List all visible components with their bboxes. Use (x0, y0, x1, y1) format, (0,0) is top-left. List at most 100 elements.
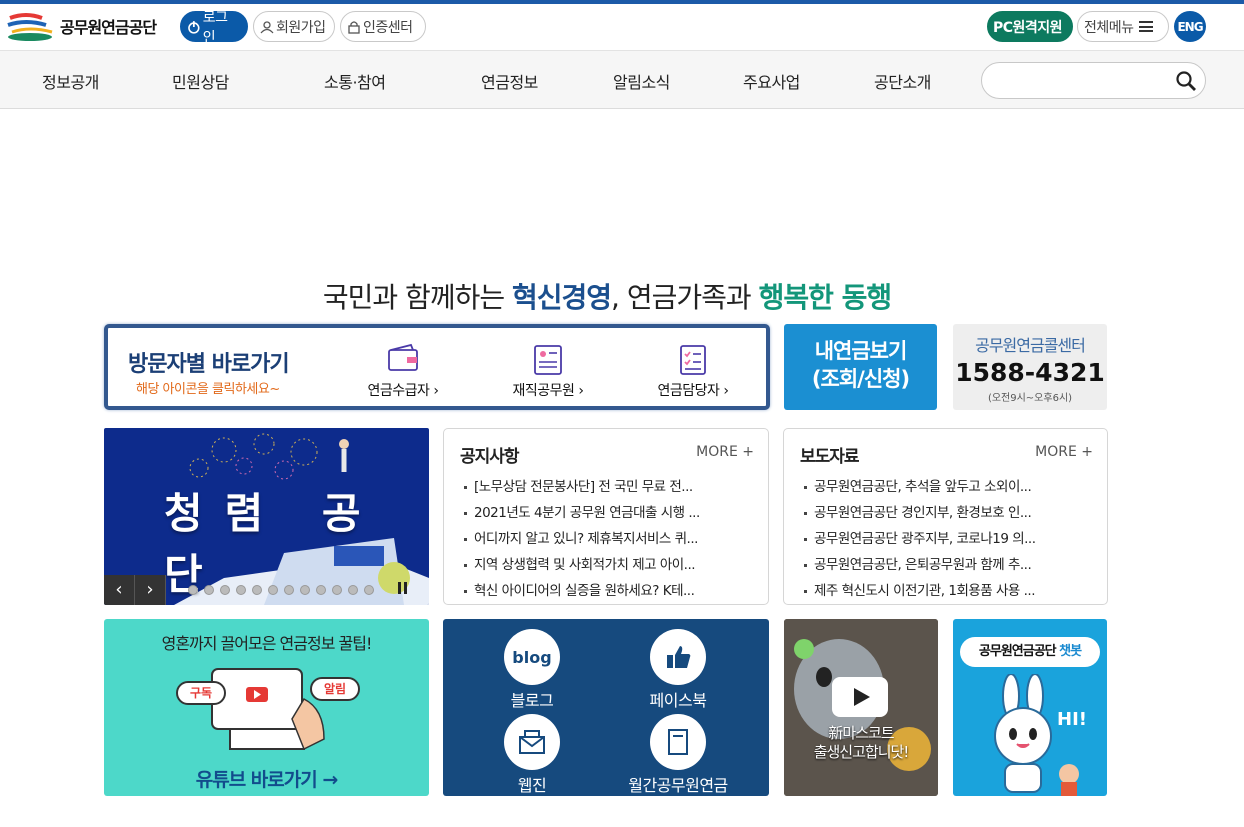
headline-part1: 국민과 함께하는 (322, 281, 512, 314)
nav-item-main-business[interactable]: 주요사업 (743, 69, 800, 93)
facebook-label: 페이스북 (649, 691, 707, 710)
login-button[interactable]: 로그인 (180, 10, 248, 46)
nav-item-news[interactable]: 알림소식 (613, 69, 670, 93)
notice-list: [노무상담 전문봉사단] 전 국민 무료 전... 2021년도 4분기 공무원… (462, 474, 754, 604)
shortcut-civil-servant-label: 재직공무원 › (512, 383, 584, 399)
all-menu-label: 전체메뉴 (1084, 19, 1134, 36)
list-item[interactable]: 공무원연금공단 경인지부, 환경보호 인... (802, 500, 1094, 526)
join-button[interactable]: 회원가입 (253, 11, 335, 42)
search-box (981, 62, 1206, 99)
wallet-icon (388, 343, 418, 371)
main-headline: 국민과 함께하는 혁신경영, 연금가족과 행복한 동행 (0, 276, 1214, 316)
chatbot-title-em: 챗봇 (1059, 644, 1082, 659)
chatbot-title-text: 공무원연금공단 (978, 644, 1060, 659)
blog-icon: blog (504, 629, 560, 685)
play-button[interactable] (832, 677, 888, 717)
cert-label: 인증센터 (363, 19, 413, 36)
list-item[interactable]: 공무원연금공단 광주지부, 코로나19 의... (802, 526, 1094, 552)
visitor-title: 방문자별 바로가기 (128, 352, 290, 377)
list-item[interactable]: 혁신 아이디어의 실증을 원하세요? K테... (462, 578, 754, 604)
mascot-video-tile[interactable]: 新마스코트 출생신고합니닷! (784, 619, 938, 796)
nav-item-civil-consult[interactable]: 민원상담 (172, 69, 229, 93)
mascot-caption: 新마스코트 출생신고합니닷! (784, 724, 938, 762)
mascot-caption-line2: 출생신고합니닷! (813, 743, 910, 761)
press-board: 보도자료 MORE + 공무원연금공단, 추석을 앞두고 소외이... 공무원연… (783, 428, 1108, 605)
banner-dot[interactable] (332, 585, 342, 595)
call-center-title: 공무원연금콜센터 (975, 336, 1086, 355)
facebook-link[interactable]: 페이스북 (623, 629, 733, 711)
banner-dot[interactable] (268, 585, 278, 595)
cert-center-button[interactable]: 인증센터 (340, 11, 426, 42)
blog-label: 블로그 (510, 691, 554, 710)
logo-text: 공무원연금공단 (60, 18, 157, 37)
subscribe-tag: 구독 (176, 681, 226, 705)
logo-icon (7, 13, 53, 41)
list-item[interactable]: 2021년도 4분기 공무원 연금대출 시행 ... (462, 500, 754, 526)
banner-text: 청렴 공단 (164, 489, 383, 599)
promo-banner[interactable]: 청렴 공단 ‹ › (104, 428, 429, 605)
banner-dot[interactable] (284, 585, 294, 595)
my-pension-button[interactable]: 내연금보기 (조회/신청) (784, 324, 937, 410)
banner-dot[interactable] (316, 585, 326, 595)
envelope-icon (504, 714, 560, 770)
press-list: 공무원연금공단, 추석을 앞두고 소외이... 공무원연금공단 경인지부, 환경… (802, 474, 1094, 604)
press-title: 보도자료 (800, 447, 860, 467)
search-icon[interactable] (1175, 70, 1197, 92)
rabbit-chatbot-illustration (994, 674, 1079, 796)
lock-icon (348, 20, 360, 34)
chatbot-title: 공무원연금공단 챗봇 (960, 637, 1100, 667)
notice-board: 공지사항 MORE + [노무상담 전문봉사단] 전 국민 무료 전... 20… (443, 428, 769, 605)
banner-controls: ‹ › (104, 575, 166, 605)
nav-item-participation[interactable]: 소통·참여 (324, 69, 386, 93)
youtube-tile[interactable]: 영혼까지 끌어모은 연금정보 꿀팁! 구독 알림 유튜브 바로가기 → (104, 619, 429, 796)
webzine-link[interactable]: 웹진 (477, 714, 587, 796)
banner-dot[interactable] (364, 585, 374, 595)
blog-link[interactable]: blog 블로그 (477, 629, 587, 711)
banner-next-button[interactable]: › (135, 575, 166, 605)
list-item[interactable]: [노무상담 전문봉사단] 전 국민 무료 전... (462, 474, 754, 500)
alarm-tag: 알림 (310, 677, 360, 701)
notice-more-link[interactable]: MORE + (696, 444, 754, 460)
all-menu-button[interactable]: 전체메뉴 (1077, 11, 1169, 42)
nav-item-about[interactable]: 공단소개 (874, 69, 931, 93)
banner-dot[interactable] (220, 585, 230, 595)
power-icon (188, 20, 200, 34)
login-label: 로그인 (202, 9, 228, 46)
checklist-icon (680, 345, 706, 375)
pause-icon[interactable] (398, 582, 407, 594)
chatbot-tile[interactable]: 공무원연금공단 챗봇 HI! (953, 619, 1107, 796)
pc-remote-support-button[interactable]: PC원격지원 (987, 11, 1073, 42)
list-item[interactable]: 지역 상생협력 및 사회적가치 제고 아이... (462, 552, 754, 578)
youtube-link[interactable]: 유튜브 바로가기 → (104, 765, 429, 792)
visitor-subtitle: 해당 아이콘을 클릭하세요~ (136, 382, 280, 397)
nav-item-info-disclosure[interactable]: 정보공개 (42, 69, 99, 93)
book-icon (650, 714, 706, 770)
nav-item-pension-info[interactable]: 연금정보 (481, 69, 538, 93)
banner-dot[interactable] (348, 585, 358, 595)
banner-dot[interactable] (252, 585, 262, 595)
page: 공무원연금공단 로그인 회원가입 인증센터 PC원격지원 전체메뉴 ENG 정보… (0, 0, 1244, 827)
shortcut-pensioner[interactable]: 연금수급자 › (348, 342, 458, 400)
shortcut-civil-servant[interactable]: 재직공무원 › (493, 342, 603, 400)
list-item[interactable]: 제주 혁신도시 이전기관, 1회용품 사용 ... (802, 578, 1094, 604)
mascot-caption-line1: 新마스코트 (828, 724, 894, 742)
banner-dot[interactable] (236, 585, 246, 595)
list-item[interactable]: 어디까지 알고 있니? 제휴복지서비스 퀴... (462, 526, 754, 552)
list-item[interactable]: 공무원연금공단, 추석을 앞두고 소외이... (802, 474, 1094, 500)
search-input[interactable] (996, 71, 1166, 87)
press-more-link[interactable]: MORE + (1035, 444, 1093, 460)
banner-dot[interactable] (204, 585, 214, 595)
logo[interactable]: 공무원연금공단 (6, 8, 157, 44)
banner-dot[interactable] (188, 585, 198, 595)
blog-icon-text: blog (512, 647, 552, 667)
banner-prev-button[interactable]: ‹ (104, 575, 135, 605)
call-center-number: 1588-4321 (955, 358, 1105, 387)
eng-button[interactable]: ENG (1174, 11, 1206, 42)
monthly-magazine-label: 월간공무원연금 (628, 776, 728, 795)
list-item[interactable]: 공무원연금공단, 은퇴공무원과 함께 추... (802, 552, 1094, 578)
monthly-magazine-link[interactable]: 월간공무원연금 (613, 714, 743, 796)
shortcut-pension-officer[interactable]: 연금담당자 › (638, 342, 748, 400)
shortcut-pension-officer-label: 연금담당자 › (657, 383, 729, 399)
banner-dot[interactable] (300, 585, 310, 595)
headline-em2: 행복한 동행 (758, 281, 893, 314)
